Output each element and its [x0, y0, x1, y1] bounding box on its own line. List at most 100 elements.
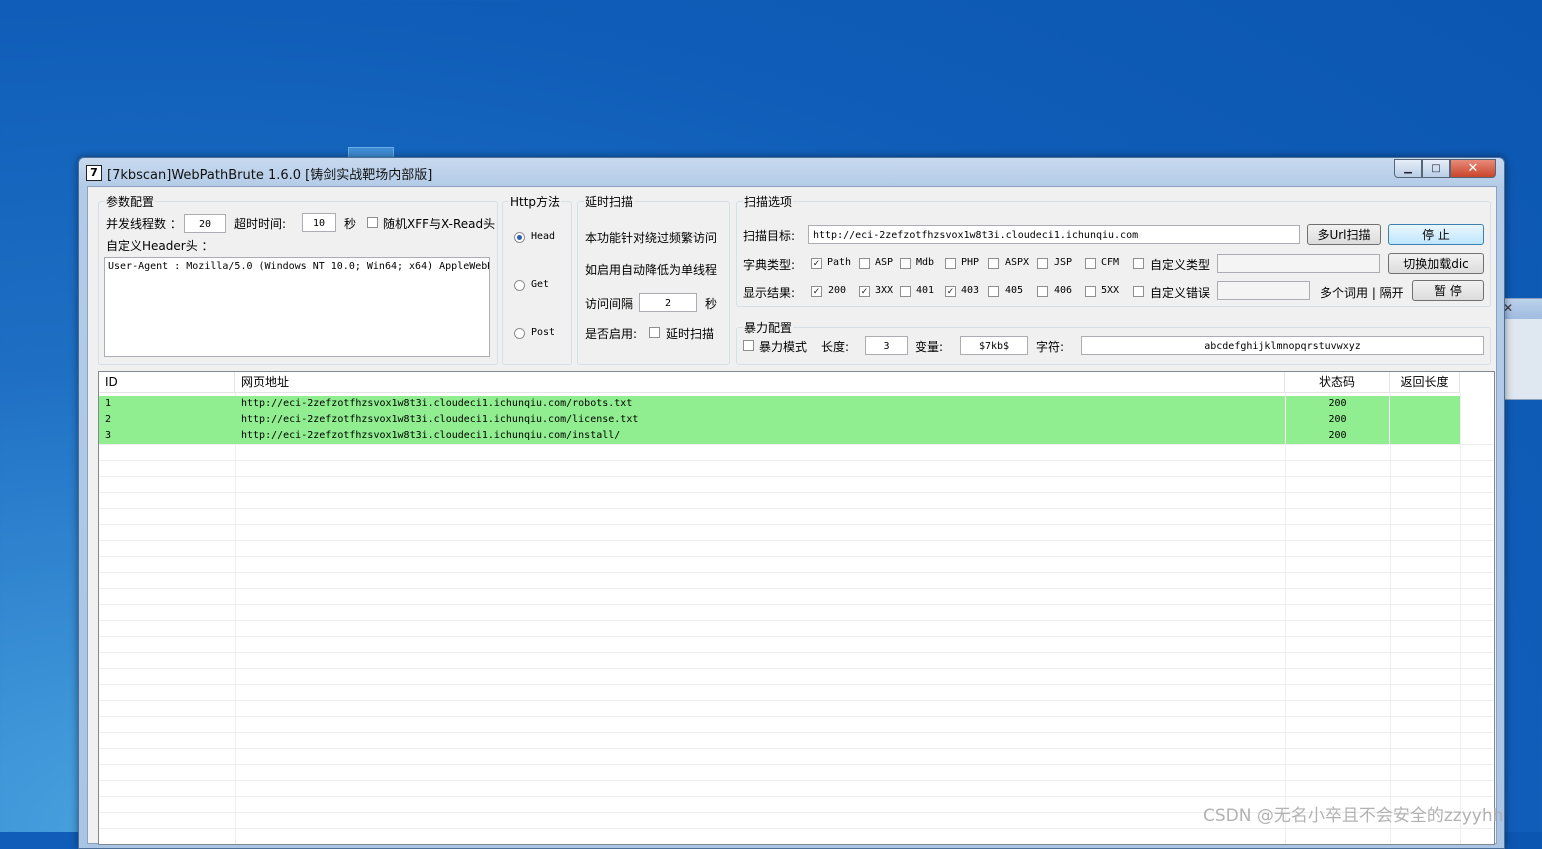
app-icon: 7: [86, 165, 102, 181]
row-gridline: [99, 524, 1494, 525]
title-bar[interactable]: 7 [7kbscan]WebPathBrute 1.6.0 [铸剑实战靶场内部版…: [79, 158, 1504, 186]
cell-length: [1390, 396, 1460, 412]
dict-mdb-label: Mdb: [916, 257, 935, 268]
method-get-label: Get: [531, 279, 550, 290]
cell-status: 200: [1285, 412, 1390, 428]
pause-button[interactable]: 暂 停: [1412, 280, 1484, 301]
table-row[interactable]: 3 http://eci-2zefzotfhzsvox1w8t3i.cloude…: [99, 428, 1460, 444]
chars-label: 字符:: [1036, 340, 1065, 354]
dict-asp-checkbox[interactable]: [859, 258, 870, 269]
dict-jsp-label: JSP: [1054, 257, 1073, 268]
random-xff-label: 随机XFF与X-Read头: [383, 217, 496, 231]
result-401-checkbox[interactable]: [900, 286, 911, 297]
scan-options-group-title: 扫描选项: [743, 193, 794, 210]
csdn-watermark: CSDN @无名小卒且不会安全的zzyyhh: [1203, 806, 1504, 826]
custom-dict-input[interactable]: [1217, 254, 1380, 273]
dict-cfm-label: CFM: [1101, 257, 1120, 268]
results-table[interactable]: ID 网页地址 状态码 返回长度 1 http://eci-2zefzotfhz…: [98, 371, 1495, 845]
column-header-id[interactable]: ID: [99, 372, 235, 393]
result-custom-label: 自定义错误: [1150, 286, 1211, 300]
delay-desc-2: 如启用自动降低为单线程: [585, 263, 718, 277]
random-xff-checkbox[interactable]: [367, 217, 378, 228]
dict-asp-label: ASP: [875, 257, 894, 268]
row-gridline: [99, 796, 1494, 797]
timeout-input[interactable]: 10: [302, 213, 336, 232]
method-head-radio[interactable]: [514, 232, 525, 243]
cell-id: 1: [105, 398, 112, 409]
dict-custom-label: 自定义类型: [1150, 258, 1211, 272]
delay-enable-checkbox-label: 延时扫描: [666, 327, 715, 341]
length-input[interactable]: 3: [865, 336, 908, 355]
dict-path-checkbox[interactable]: ✓: [811, 258, 822, 269]
multi-word-hint: 多个词用 | 隔开: [1320, 286, 1404, 300]
cell-length: [1390, 428, 1460, 444]
result-custom-checkbox[interactable]: [1133, 286, 1144, 297]
stop-button[interactable]: 停 止: [1388, 224, 1484, 245]
method-get-radio[interactable]: [514, 280, 525, 291]
chars-input[interactable]: abcdefghijklmnopqrstuvwxyz: [1081, 336, 1484, 355]
row-gridline: [99, 732, 1494, 733]
cell-url: http://eci-2zefzotfhzsvox1w8t3i.cloudeci…: [241, 398, 633, 409]
row-gridline: [99, 684, 1494, 685]
brute-mode-checkbox[interactable]: [743, 340, 754, 351]
brute-mode-label: 暴力模式: [759, 340, 808, 354]
delay-desc-1: 本功能针对绕过频繁访问: [585, 231, 718, 245]
cell-id: 3: [105, 430, 112, 441]
column-header-length[interactable]: 返回长度: [1390, 372, 1460, 393]
cell-status: 200: [1285, 396, 1390, 412]
result-3xx-checkbox[interactable]: ✓: [859, 286, 870, 297]
target-input[interactable]: http://eci-2zefzotfhzsvox1w8t3i.cloudeci…: [808, 225, 1300, 244]
row-gridline: [99, 828, 1494, 829]
dict-path-label: Path: [827, 257, 852, 268]
result-405-checkbox[interactable]: [988, 286, 999, 297]
column-header-status[interactable]: 状态码: [1285, 372, 1390, 393]
column-header-url[interactable]: 网页地址: [235, 372, 1285, 393]
dict-type-label: 字典类型:: [743, 258, 796, 272]
timeout-unit: 秒: [344, 217, 357, 231]
timeout-label: 超时时间:: [234, 217, 287, 231]
row-gridline: [99, 444, 1494, 445]
result-401-label: 401: [916, 285, 935, 296]
table-row[interactable]: 1 http://eci-2zefzotfhzsvox1w8t3i.cloude…: [99, 396, 1460, 412]
result-200-checkbox[interactable]: ✓: [811, 286, 822, 297]
cell-id: 2: [105, 414, 112, 425]
method-head-label: Head: [531, 231, 556, 242]
delay-enable-label: 是否启用:: [585, 327, 638, 341]
window-title: [7kbscan]WebPathBrute 1.6.0 [铸剑实战靶场内部版]: [107, 168, 433, 183]
dict-jsp-checkbox[interactable]: [1037, 258, 1048, 269]
row-gridline: [99, 620, 1494, 621]
result-3xx-label: 3XX: [875, 285, 894, 296]
dict-aspx-checkbox[interactable]: [988, 258, 999, 269]
var-label: 变量:: [915, 340, 944, 354]
result-5xx-checkbox[interactable]: [1085, 286, 1096, 297]
table-row[interactable]: 2 http://eci-2zefzotfhzsvox1w8t3i.cloude…: [99, 412, 1460, 428]
app-window: 7 [7kbscan]WebPathBrute 1.6.0 [铸剑实战靶场内部版…: [78, 157, 1505, 849]
minimize-button[interactable]: ▁: [1394, 159, 1422, 178]
interval-label: 访问间隔: [585, 297, 634, 311]
dict-php-label: PHP: [961, 257, 980, 268]
result-406-checkbox[interactable]: [1037, 286, 1048, 297]
dict-php-checkbox[interactable]: [945, 258, 956, 269]
interval-input[interactable]: 2: [639, 293, 697, 312]
multi-url-scan-button[interactable]: 多Url扫描: [1307, 224, 1381, 245]
delay-enable-checkbox[interactable]: [649, 327, 660, 338]
cell-url: http://eci-2zefzotfhzsvox1w8t3i.cloudeci…: [241, 430, 621, 441]
method-post-radio[interactable]: [514, 328, 525, 339]
dict-mdb-checkbox[interactable]: [900, 258, 911, 269]
close-button[interactable]: ✕: [1450, 159, 1496, 178]
dict-aspx-label: ASPX: [1005, 257, 1030, 268]
background-window[interactable]: ✕: [1500, 298, 1542, 400]
row-gridline: [99, 508, 1494, 509]
var-input[interactable]: $7kb$: [960, 336, 1028, 355]
header-textarea[interactable]: User-Agent : Mozilla/5.0 (Windows NT 10.…: [104, 257, 490, 357]
switch-dic-button[interactable]: 切换加载dic: [1388, 253, 1484, 274]
result-403-checkbox[interactable]: ✓: [945, 286, 956, 297]
row-gridline: [99, 492, 1494, 493]
maximize-button[interactable]: □: [1422, 159, 1450, 178]
custom-error-input[interactable]: [1217, 281, 1310, 300]
row-gridline: [99, 748, 1494, 749]
row-gridline: [99, 604, 1494, 605]
threads-input[interactable]: 20: [184, 214, 226, 233]
dict-custom-checkbox[interactable]: [1133, 258, 1144, 269]
dict-cfm-checkbox[interactable]: [1085, 258, 1096, 269]
